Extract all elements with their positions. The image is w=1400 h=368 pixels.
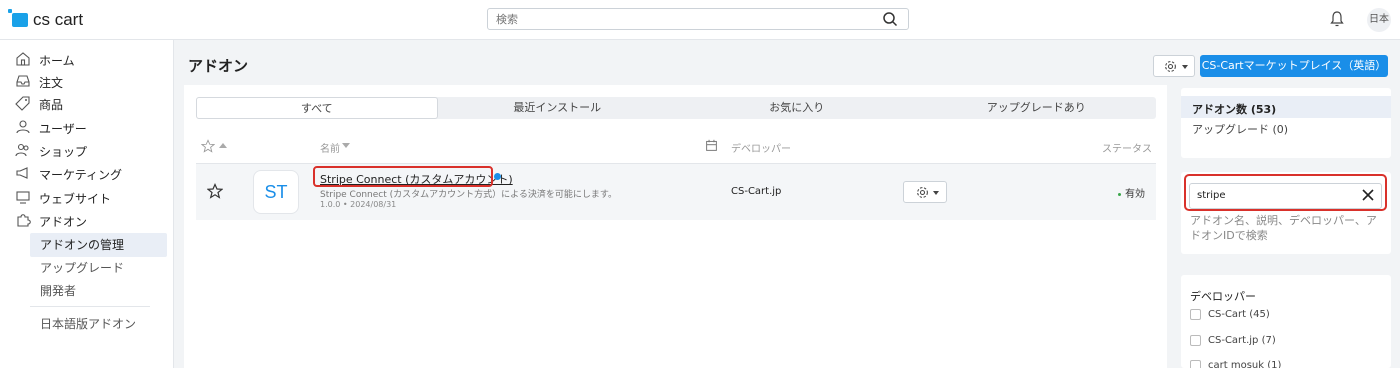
- sidebar-item-website[interactable]: ウェブサイト: [0, 186, 174, 208]
- megaphone-icon: [16, 167, 28, 179]
- language-badge[interactable]: 日本: [1367, 8, 1391, 32]
- tab-upgrades-available[interactable]: アップグレードあり: [917, 97, 1157, 119]
- new-indicator-dot: [494, 173, 501, 180]
- checkbox[interactable]: [1190, 359, 1201, 368]
- column-header-name[interactable]: 名前: [320, 140, 340, 155]
- search-icon[interactable]: [882, 11, 898, 27]
- users-icon: [15, 143, 29, 157]
- favorite-star-icon[interactable]: [207, 183, 223, 199]
- developer-filter-title: デベロッパー: [1190, 290, 1256, 303]
- gear-icon: [917, 187, 928, 198]
- bell-icon[interactable]: [1329, 10, 1345, 28]
- logo-mark-icon: [8, 9, 28, 27]
- addon-count-filter[interactable]: アドオン数 (53): [1192, 101, 1276, 117]
- sidebar-item-label: ユーザー: [39, 122, 87, 136]
- sort-down-icon[interactable]: [342, 143, 350, 148]
- addons-card: [184, 85, 1167, 368]
- upgrade-count-filter[interactable]: アップグレード (0): [1192, 121, 1288, 137]
- highlight-box: [1184, 174, 1387, 211]
- status-dot: [1118, 192, 1121, 196]
- star-outline-icon[interactable]: [201, 139, 215, 153]
- caret-down-icon: [1182, 65, 1188, 69]
- gear-icon: [1165, 61, 1176, 72]
- sidebar-item-orders[interactable]: 注文: [0, 70, 174, 92]
- inbox-icon: [16, 75, 30, 87]
- addon-tabs: すべて 最近インストール お気に入り アップグレードあり: [196, 97, 1156, 119]
- calendar-icon[interactable]: [705, 139, 718, 152]
- sidebar-subitem-manage-addons[interactable]: アドオンの管理: [30, 233, 167, 257]
- developer-checkbox-row[interactable]: cart mosuk (1): [1190, 358, 1281, 368]
- checkbox-label: CS-Cart (45): [1208, 308, 1270, 320]
- tag-icon: [15, 96, 30, 111]
- close-icon[interactable]: [1362, 189, 1374, 201]
- home-icon: [16, 52, 30, 66]
- addon-description: Stripe Connect (カスタムアカウント方式）による決済を可能にします…: [320, 190, 617, 200]
- column-header-developer: デベロッパー: [731, 144, 791, 155]
- sidebar-item-marketing[interactable]: マーケティング: [0, 162, 174, 184]
- caret-down-icon: [933, 191, 939, 195]
- sort-up-icon[interactable]: [219, 143, 227, 148]
- tab-all[interactable]: すべて: [196, 97, 438, 119]
- addon-actions-button[interactable]: [903, 181, 947, 203]
- checkbox[interactable]: [1190, 308, 1201, 320]
- addon-version: 1.0.0 • 2024/08/31: [320, 200, 397, 209]
- highlight-box: [313, 166, 493, 187]
- sidebar-item-label: 商品: [39, 98, 64, 112]
- checkbox[interactable]: [1190, 334, 1201, 346]
- user-icon: [16, 120, 30, 134]
- monitor-icon: [16, 191, 30, 204]
- status-label: 有効: [1125, 189, 1145, 200]
- marketplace-button[interactable]: CS-Cartマーケットプレイス（英語）: [1200, 55, 1388, 77]
- sidebar-subitem-japanese-addons[interactable]: 日本語版アドオン: [30, 312, 167, 336]
- sidebar-item-label: 注文: [39, 76, 64, 90]
- settings-dropdown-button[interactable]: [1153, 55, 1195, 77]
- sidebar-item-addons[interactable]: アドオン: [0, 209, 174, 231]
- tab-favorites[interactable]: お気に入り: [677, 97, 917, 119]
- developer-checkbox-row[interactable]: CS-Cart (45): [1190, 307, 1270, 321]
- sidebar-item-label: マーケティング: [39, 168, 123, 182]
- sidebar-item-home[interactable]: ホーム: [0, 48, 174, 70]
- sidebar-item-shop[interactable]: ショップ: [0, 139, 174, 161]
- sidebar-item-label: アドオン: [39, 215, 88, 229]
- filter-hint: アドオン名、説明、デベロッパー、アドオンIDで検索: [1190, 214, 1377, 242]
- sidebar-subitem-developers[interactable]: 開発者: [30, 279, 167, 303]
- sidebar-item-label: ホーム: [39, 54, 75, 68]
- page-title: アドオン: [188, 57, 249, 75]
- sidebar-subitem-upgrades[interactable]: アップグレード: [30, 256, 167, 280]
- developer-checkbox-row[interactable]: CS-Cart.jp (7): [1190, 333, 1276, 347]
- sidebar-divider: [30, 306, 150, 307]
- sidebar-item-label: ウェブサイト: [39, 192, 112, 206]
- addon-developer: CS-Cart.jp: [731, 186, 782, 197]
- top-bar: cs cart 日本: [0, 0, 1400, 40]
- search-input[interactable]: [488, 9, 868, 29]
- addon-icon: ST: [253, 170, 299, 214]
- puzzle-icon: [17, 214, 31, 227]
- sidebar-item-products[interactable]: 商品: [0, 92, 174, 114]
- tab-recently-installed[interactable]: 最近インストール: [438, 97, 678, 119]
- logo-text: cs cart: [33, 10, 84, 29]
- sidebar: ホーム 注文 商品 ユーザー ショップ マーケティング ウェブサイト アドオン …: [0, 40, 174, 368]
- global-search: [487, 8, 909, 30]
- checkbox-label: cart mosuk (1): [1208, 359, 1282, 368]
- sidebar-item-label: ショップ: [39, 145, 88, 159]
- addon-status[interactable]: 有効: [1118, 185, 1145, 200]
- logo[interactable]: cs cart: [8, 9, 84, 30]
- sidebar-item-users[interactable]: ユーザー: [0, 116, 174, 138]
- column-header-status: ステータス: [1102, 144, 1152, 155]
- checkbox-label: CS-Cart.jp (7): [1208, 334, 1276, 346]
